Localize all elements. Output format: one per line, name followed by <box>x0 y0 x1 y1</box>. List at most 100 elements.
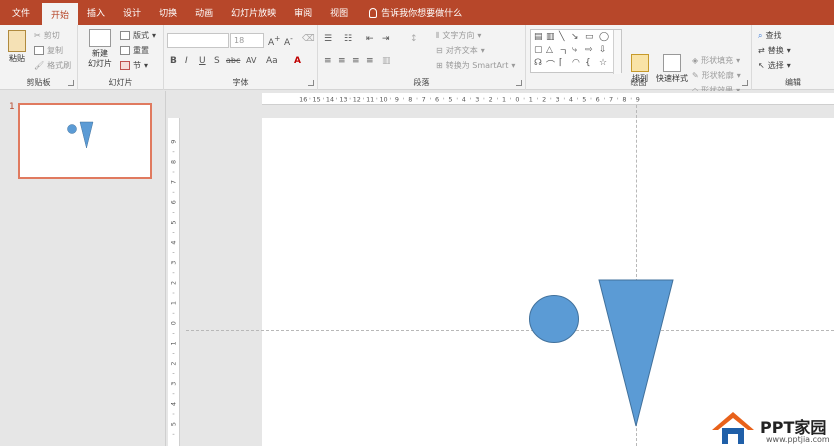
watermark-url: www.pptjia.com <box>766 435 830 444</box>
layout-icon <box>120 31 130 40</box>
ruler-h-label: 4 <box>569 95 573 103</box>
numbering-icon[interactable]: ☷ <box>344 34 352 44</box>
clear-formatting-icon[interactable]: ⌫ <box>302 34 315 44</box>
down-arrow-shape-icon[interactable]: ⇩ <box>599 45 607 55</box>
tab-home[interactable]: 开始 <box>42 3 79 25</box>
font-color-icon[interactable]: A <box>294 56 301 66</box>
copy-button[interactable]: 复制 <box>34 45 63 56</box>
horizontal-ruler[interactable]: 16 15 14 13 12 11 10 9 8 7 6 5 4 3 2 1 0 1 2 3 4 5 6 7 8 9 <box>262 93 834 105</box>
tell-me-box[interactable]: 告诉我你想要做什么 <box>357 0 462 25</box>
section-label: 节 <box>133 61 141 70</box>
layout-label: 版式 <box>133 31 149 40</box>
line-spacing-icon[interactable]: ↕ <box>410 34 418 44</box>
align-right-icon[interactable]: ≡ <box>352 56 360 66</box>
align-center-icon[interactable]: ≡ <box>338 56 346 66</box>
italic-icon[interactable]: I <box>185 56 188 66</box>
align-text-button[interactable]: ⊟ 对齐文本 ▾ <box>436 45 485 56</box>
font-name-combobox[interactable] <box>167 33 229 48</box>
rounded-rect-shape-icon[interactable]: ▢ <box>534 45 543 55</box>
tab-insert[interactable]: 插入 <box>78 0 114 25</box>
shrink-font-icon[interactable]: A- <box>284 34 293 48</box>
quick-styles-button[interactable]: 快速样式 <box>654 54 690 84</box>
gallery-scroll[interactable] <box>613 30 621 74</box>
underline-icon[interactable]: U <box>199 56 206 66</box>
horizontal-guide[interactable] <box>186 330 834 331</box>
decrease-indent-icon[interactable]: ⇤ <box>366 34 374 44</box>
character-spacing-icon[interactable]: AV <box>246 56 256 65</box>
section-button[interactable]: 节 ▾ <box>120 60 148 71</box>
arrange-button[interactable]: 排列 <box>626 54 654 84</box>
cut-button[interactable]: ✂ 剪切 <box>34 30 60 41</box>
ruler-h-label: 7 <box>609 95 613 103</box>
reset-button[interactable]: 重置 <box>120 45 149 56</box>
tab-file[interactable]: 文件 <box>0 0 42 25</box>
slide-number: 1 <box>9 102 15 112</box>
vertical-textbox-shape-icon[interactable]: ▥ <box>546 32 555 42</box>
justify-icon[interactable]: ≡ <box>366 56 374 66</box>
tab-transitions[interactable]: 切换 <box>150 0 186 25</box>
smartart-button[interactable]: ⊞ 转换为 SmartArt ▾ <box>436 60 515 71</box>
ruler-h-label: 12 <box>353 95 361 103</box>
slide-thumbnail-1[interactable] <box>18 103 152 179</box>
right-arrow-shape-icon[interactable]: ⇨ <box>585 45 593 55</box>
left-brace-shape-icon[interactable]: { <box>585 58 591 68</box>
group-label-font: 字体 <box>232 78 249 87</box>
format-painter-button[interactable]: 🖌 格式刷 <box>34 60 71 71</box>
shape-outline-button[interactable]: ✎ 形状轮廓 ▾ <box>692 70 741 81</box>
triangle-shape-icon[interactable]: △ <box>546 45 553 55</box>
ruler-v-label: 1 <box>170 341 178 345</box>
curve-shape-icon[interactable]: ⌒ <box>546 58 555 71</box>
new-slide-button[interactable]: 新建 幻灯片 <box>82 29 118 69</box>
shape-fill-button[interactable]: ◈ 形状填充 ▾ <box>692 55 740 66</box>
group-label-paragraph: 段落 <box>413 78 430 87</box>
group-paragraph: ☰ ☷ ⇤ ⇥ ↕ ≡ ≡ ≡ ≡ ▥ ⫴ 文字方向 ▾ ⊟ 对齐文本 ▾ ⊞ 转换为 S… <box>318 25 526 90</box>
increase-indent-icon[interactable]: ⇥ <box>382 34 390 44</box>
inverted-triangle-shape[interactable] <box>598 279 674 427</box>
font-launcher-icon[interactable] <box>308 80 314 86</box>
font-size-combobox[interactable]: 18 <box>230 33 264 48</box>
textbox-shape-icon[interactable]: ▤ <box>534 32 543 42</box>
rectangle-shape-icon[interactable]: ▭ <box>585 32 594 42</box>
circle-shape[interactable] <box>528 294 580 344</box>
replace-button[interactable]: ⇄ 替换 ▾ <box>758 45 791 56</box>
oval-shape-icon[interactable]: ◯ <box>599 32 609 42</box>
align-text-label: 对齐文本 <box>445 46 478 55</box>
line-shape-icon[interactable]: ╲ <box>559 32 564 42</box>
vertical-ruler[interactable]: 9 8 7 6 5 4 3 2 1 0 1 2 3 4 5 <box>168 118 180 446</box>
elbow-connector-shape-icon[interactable]: ㄱ <box>559 45 567 58</box>
shadow-icon[interactable]: S <box>214 56 220 66</box>
text-direction-label: 文字方向 <box>442 31 475 40</box>
slide-thumbnail-pane: 1 <box>0 91 166 446</box>
tab-animations[interactable]: 动画 <box>186 0 222 25</box>
align-left-icon[interactable]: ≡ <box>324 56 332 66</box>
arrow-line-shape-icon[interactable]: ↘ <box>571 32 579 42</box>
brush-icon: 🖌 <box>34 61 45 70</box>
arc-shape-icon[interactable]: ◠ <box>572 58 580 68</box>
select-button[interactable]: ↖ 选择 ▾ <box>758 60 791 71</box>
slide-canvas[interactable] <box>262 118 834 446</box>
freeform-shape-icon[interactable]: ☊ <box>534 58 542 68</box>
strikethrough-icon[interactable]: abc <box>226 56 240 65</box>
change-case-button[interactable]: Aa <box>266 56 278 66</box>
star-shape-icon[interactable]: ☆ <box>599 58 607 68</box>
thumbnail-circle-shape <box>67 124 77 134</box>
paragraph-launcher-icon[interactable] <box>516 80 522 86</box>
shapes-gallery[interactable]: ▤ ▥ ╲ ↘ ▭ ◯ ▢ △ ㄱ ⤷ ⇨ ⇩ ☊ ⌒ ⌈ ◠ { ☆ <box>530 29 622 74</box>
tab-slideshow[interactable]: 幻灯片放映 <box>222 0 285 25</box>
tab-view[interactable]: 视图 <box>321 0 357 25</box>
drawing-launcher-icon[interactable] <box>742 80 748 86</box>
tab-review[interactable]: 审阅 <box>285 0 321 25</box>
paste-button[interactable]: 粘贴 <box>4 30 30 64</box>
bullets-icon[interactable]: ☰ <box>324 34 332 44</box>
bracket-shape-icon[interactable]: ⌈ <box>559 58 563 68</box>
elbow-arrow-shape-icon[interactable]: ⤷ <box>572 45 577 55</box>
bold-icon[interactable]: B <box>170 56 177 66</box>
find-button[interactable]: ⌕ 查找 <box>758 30 781 41</box>
grow-font-icon[interactable]: A+ <box>268 34 280 48</box>
columns-icon[interactable]: ▥ <box>382 56 391 66</box>
clipboard-launcher-icon[interactable] <box>68 80 74 86</box>
ruler-v-label: 8 <box>170 160 178 164</box>
text-direction-button[interactable]: ⫴ 文字方向 ▾ <box>436 30 481 41</box>
layout-button[interactable]: 版式 ▾ <box>120 30 156 41</box>
tab-design[interactable]: 设计 <box>114 0 150 25</box>
